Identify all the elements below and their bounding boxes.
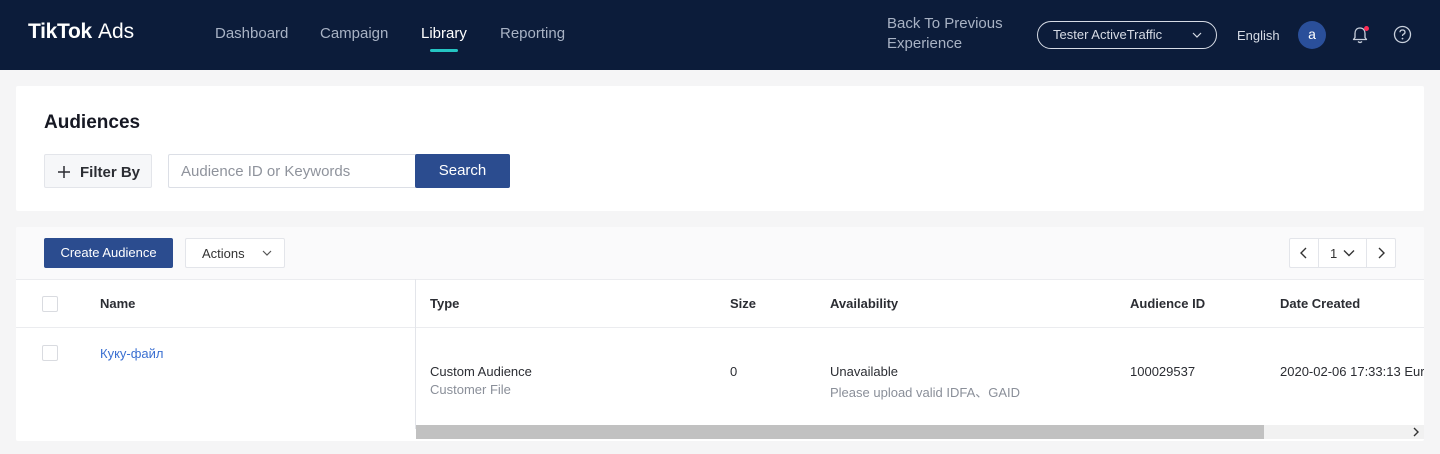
- column-header-name[interactable]: Name: [100, 296, 135, 311]
- date-created: 2020-02-06 17:33:13 Euro: [1280, 364, 1424, 379]
- audience-name-link[interactable]: Куку-файл: [100, 346, 164, 361]
- chevron-down-icon: [1192, 32, 1202, 38]
- account-selector[interactable]: Tester ActiveTraffic: [1037, 21, 1217, 49]
- nav-dashboard[interactable]: Dashboard: [215, 25, 288, 42]
- logo-suffix: Ads: [97, 20, 135, 43]
- availability-note: Please upload valid IDFA、GAID: [830, 385, 1021, 400]
- audience-id: 100029537: [1130, 364, 1196, 379]
- active-nav-indicator: [429, 49, 458, 52]
- page-selector[interactable]: 1: [1319, 239, 1366, 267]
- actions-label: Actions: [202, 246, 245, 261]
- account-name: Tester ActiveTraffic: [1053, 27, 1163, 42]
- nav-reporting[interactable]: Reporting: [500, 25, 565, 42]
- previous-page-button[interactable]: [1290, 239, 1319, 267]
- nav-campaign[interactable]: Campaign: [320, 25, 388, 42]
- column-header-size[interactable]: Size: [730, 296, 756, 311]
- top-navigation-bar: TikTok Ads Dashboard Campaign Library Re…: [0, 0, 1440, 70]
- table-header: Name Type Size Availability Audience ID …: [16, 279, 1424, 328]
- actions-dropdown[interactable]: Actions: [185, 238, 285, 268]
- chevron-right-icon: [1378, 247, 1385, 259]
- page-title: Audiences: [44, 112, 141, 133]
- column-header-audience-id[interactable]: Audience ID: [1130, 296, 1205, 311]
- nav-library[interactable]: Library: [421, 25, 467, 52]
- column-header-type[interactable]: Type: [430, 296, 459, 311]
- next-page-button[interactable]: [1366, 239, 1395, 267]
- table-row: Куку-файл Custom Audience Customer File …: [16, 328, 1424, 425]
- filter-by-button[interactable]: Filter By: [44, 154, 152, 188]
- chevron-down-icon: [262, 250, 272, 256]
- audience-availability: Unavailable: [830, 364, 898, 379]
- current-page-number: 1: [1330, 246, 1338, 261]
- logo-brand: TikTok: [28, 20, 92, 43]
- audience-type: Custom Audience: [430, 364, 532, 379]
- user-avatar[interactable]: a: [1298, 21, 1326, 49]
- back-to-previous-experience-link[interactable]: Back To Previous Experience: [887, 14, 1017, 54]
- pagination: 1: [1289, 238, 1396, 268]
- filter-by-label: Filter By: [80, 164, 141, 181]
- scrollbar-thumb[interactable]: [416, 425, 1264, 439]
- search-input[interactable]: [168, 154, 416, 188]
- help-icon[interactable]: [1393, 25, 1412, 44]
- scroll-right-arrow-icon[interactable]: [1412, 427, 1420, 437]
- plus-icon: [58, 166, 70, 178]
- horizontal-scrollbar[interactable]: [416, 425, 1424, 439]
- tiktok-ads-logo[interactable]: TikTok Ads: [28, 20, 134, 48]
- audience-subtype: Customer File: [430, 382, 511, 397]
- language-selector[interactable]: English: [1237, 28, 1280, 43]
- fixed-column-divider: [415, 279, 416, 429]
- select-all-checkbox[interactable]: [42, 296, 58, 312]
- chevron-left-icon: [1300, 247, 1307, 259]
- nav-library-label: Library: [421, 25, 467, 42]
- audiences-header-card: Audiences Filter By Search: [16, 86, 1424, 211]
- column-header-date-created[interactable]: Date Created: [1280, 296, 1360, 311]
- table-toolbar: Create Audience Actions 1: [16, 227, 1424, 279]
- audience-size: 0: [730, 364, 738, 379]
- create-audience-button[interactable]: Create Audience: [44, 238, 173, 268]
- row-select-checkbox[interactable]: [42, 345, 58, 361]
- column-header-availability[interactable]: Availability: [830, 296, 898, 311]
- audience-table-card: Create Audience Actions 1 Name Type Size…: [16, 227, 1424, 441]
- notification-dot: [1364, 26, 1369, 31]
- chevron-down-icon: [1343, 250, 1355, 257]
- search-button[interactable]: Search: [415, 154, 510, 188]
